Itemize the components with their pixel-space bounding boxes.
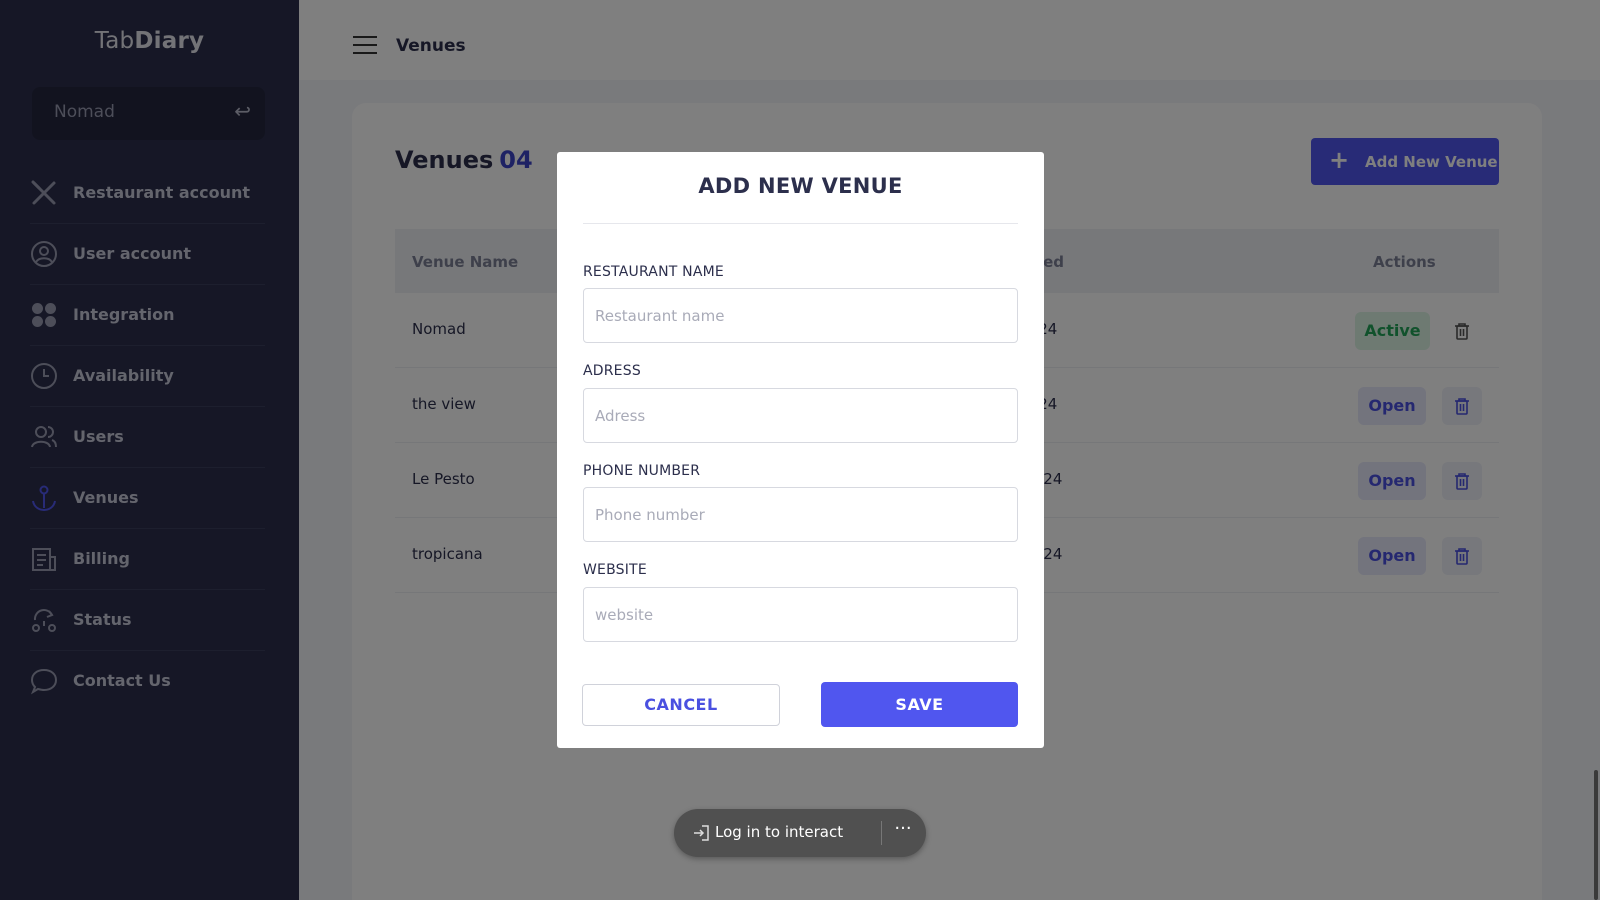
login-to-interact-label: Log in to interact	[715, 823, 844, 841]
login-to-interact-pill[interactable]: Log in to interact ···	[674, 809, 926, 857]
address-input[interactable]	[583, 388, 1018, 443]
scrollbar[interactable]	[1594, 770, 1598, 900]
phone-number-input[interactable]	[583, 487, 1018, 542]
website-label: WEBSITE	[583, 562, 647, 578]
divider	[583, 223, 1018, 224]
restaurant-name-input[interactable]	[583, 288, 1018, 343]
cancel-button[interactable]: CANCEL	[582, 684, 780, 726]
phone-number-label: PHONE NUMBER	[583, 463, 701, 479]
add-venue-modal: ADD NEW VENUE RESTAURANT NAME ADRESS PHO…	[557, 152, 1044, 748]
pill-divider	[881, 821, 882, 845]
modal-title: ADD NEW VENUE	[698, 174, 903, 198]
restaurant-name-label: RESTAURANT NAME	[583, 264, 724, 280]
save-button[interactable]: SAVE	[821, 682, 1018, 727]
website-input[interactable]	[583, 587, 1018, 642]
login-icon	[694, 825, 709, 841]
address-label: ADRESS	[583, 363, 641, 379]
more-options-icon[interactable]: ···	[890, 818, 916, 844]
